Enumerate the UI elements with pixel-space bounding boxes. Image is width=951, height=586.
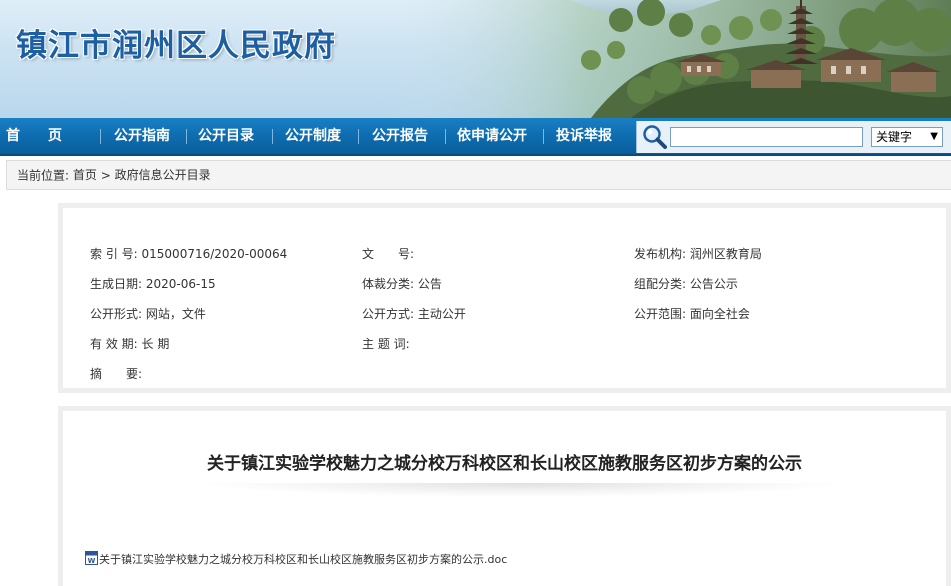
nav-divider bbox=[186, 129, 187, 144]
info-panel-frame: 索 引 号: 015000716/2020-00064 文 号: 发布机构: 润… bbox=[58, 203, 951, 393]
meta-value: 2020-06-15 bbox=[145, 277, 216, 291]
attachment-filename: 关于镇江实验学校魅力之城分校万科校区和长山校区施教服务区初步方案的公示.doc bbox=[99, 553, 508, 566]
main-nav: 首 页 公开指南 公开目录 公开制度 公开报告 依申请公开 投诉举报 关键字 ▼ bbox=[0, 118, 951, 156]
meta-label: 主 题 词: bbox=[362, 337, 410, 351]
info-panel: 索 引 号: 015000716/2020-00064 文 号: 发布机构: 润… bbox=[63, 208, 946, 388]
document-title: 关于镇江实验学校魅力之城分校万科校区和长山校区施教服务区初步方案的公示 bbox=[207, 454, 802, 474]
meta-label: 公开形式: bbox=[90, 307, 143, 321]
nav-item-complaint[interactable]: 投诉举报 bbox=[556, 118, 612, 154]
nav-item-system[interactable]: 公开制度 bbox=[285, 118, 341, 154]
pagoda-scenery bbox=[391, 0, 951, 118]
meta-keywords: 主 题 词: bbox=[362, 335, 414, 352]
meta-abstract: 摘 要: bbox=[90, 365, 146, 382]
nav-divider bbox=[445, 129, 446, 144]
breadcrumb-label: 当前位置: bbox=[17, 168, 70, 183]
meta-doc-no: 文 号: bbox=[362, 245, 418, 262]
nav-item-home[interactable]: 首 页 bbox=[6, 118, 94, 154]
meta-label: 体裁分类: bbox=[362, 277, 415, 291]
header-banner: 镇江市润州区人民政府 bbox=[0, 0, 951, 118]
search-icon[interactable] bbox=[642, 124, 668, 150]
nav-divider bbox=[100, 129, 101, 144]
meta-label: 文 号: bbox=[362, 247, 415, 261]
content-panel: 关于镇江实验学校魅力之城分校万科校区和长山校区施教服务区初步方案的公示 W 关于… bbox=[63, 411, 946, 586]
word-doc-icon: W bbox=[85, 551, 98, 565]
meta-label: 发布机构: bbox=[634, 247, 687, 261]
meta-publisher: 发布机构: 润州区教育局 bbox=[634, 245, 762, 262]
meta-label: 摘 要: bbox=[90, 367, 143, 381]
meta-value: 主动公开 bbox=[417, 307, 466, 321]
content-panel-frame: 关于镇江实验学校魅力之城分校万科校区和长山校区施教服务区初步方案的公示 W 关于… bbox=[58, 406, 951, 586]
meta-category: 组配分类: 公告公示 bbox=[634, 275, 738, 292]
meta-label: 有 效 期: bbox=[90, 337, 138, 351]
nav-divider bbox=[543, 129, 544, 144]
attachment-link[interactable]: W 关于镇江实验学校魅力之城分校万科校区和长山校区施教服务区初步方案的公示.do… bbox=[85, 551, 507, 567]
meta-label: 公开方式: bbox=[362, 307, 415, 321]
meta-value: 公告公示 bbox=[689, 277, 738, 291]
meta-label: 组配分类: bbox=[634, 277, 687, 291]
meta-value: 润州区教育局 bbox=[689, 247, 762, 261]
chevron-down-icon: ▼ bbox=[930, 131, 938, 142]
meta-value: 长 期 bbox=[141, 337, 170, 351]
breadcrumb-home-link[interactable]: 首页 bbox=[73, 168, 97, 182]
title-divider-shadow bbox=[203, 483, 843, 497]
breadcrumb-separator: > bbox=[100, 168, 111, 183]
nav-item-report[interactable]: 公开报告 bbox=[372, 118, 428, 154]
breadcrumb: 当前位置: 首页 > 政府信息公开目录 bbox=[6, 160, 951, 190]
search-type-value: 关键字 bbox=[876, 130, 913, 144]
nav-item-catalog[interactable]: 公开目录 bbox=[198, 118, 254, 154]
meta-created: 生成日期: 2020-06-15 bbox=[90, 275, 216, 292]
search-type-select[interactable]: 关键字 ▼ bbox=[871, 127, 943, 147]
meta-value: 面向全社会 bbox=[689, 307, 750, 321]
meta-method: 公开方式: 主动公开 bbox=[362, 305, 466, 322]
meta-value: 网站，文件 bbox=[145, 307, 206, 321]
site-title: 镇江市润州区人民政府 bbox=[16, 28, 336, 64]
nav-item-apply[interactable]: 依申请公开 bbox=[457, 118, 527, 154]
meta-label: 索 引 号: bbox=[90, 247, 138, 261]
nav-divider bbox=[272, 129, 273, 144]
meta-index-no: 索 引 号: 015000716/2020-00064 bbox=[90, 245, 287, 262]
breadcrumb-current-link[interactable]: 政府信息公开目录 bbox=[115, 168, 211, 182]
meta-label: 生成日期: bbox=[90, 277, 143, 291]
meta-label: 公开范围: bbox=[634, 307, 687, 321]
nav-item-guide[interactable]: 公开指南 bbox=[114, 118, 170, 154]
meta-scope: 公开范围: 面向全社会 bbox=[634, 305, 750, 322]
meta-value: 公告 bbox=[417, 277, 442, 291]
meta-validity: 有 效 期: 长 期 bbox=[90, 335, 169, 352]
nav-divider bbox=[358, 129, 359, 144]
svg-text:W: W bbox=[88, 557, 96, 565]
meta-value: 015000716/2020-00064 bbox=[141, 247, 288, 261]
search-input[interactable] bbox=[670, 127, 863, 147]
meta-genre: 体裁分类: 公告 bbox=[362, 275, 442, 292]
meta-form: 公开形式: 网站，文件 bbox=[90, 305, 206, 322]
